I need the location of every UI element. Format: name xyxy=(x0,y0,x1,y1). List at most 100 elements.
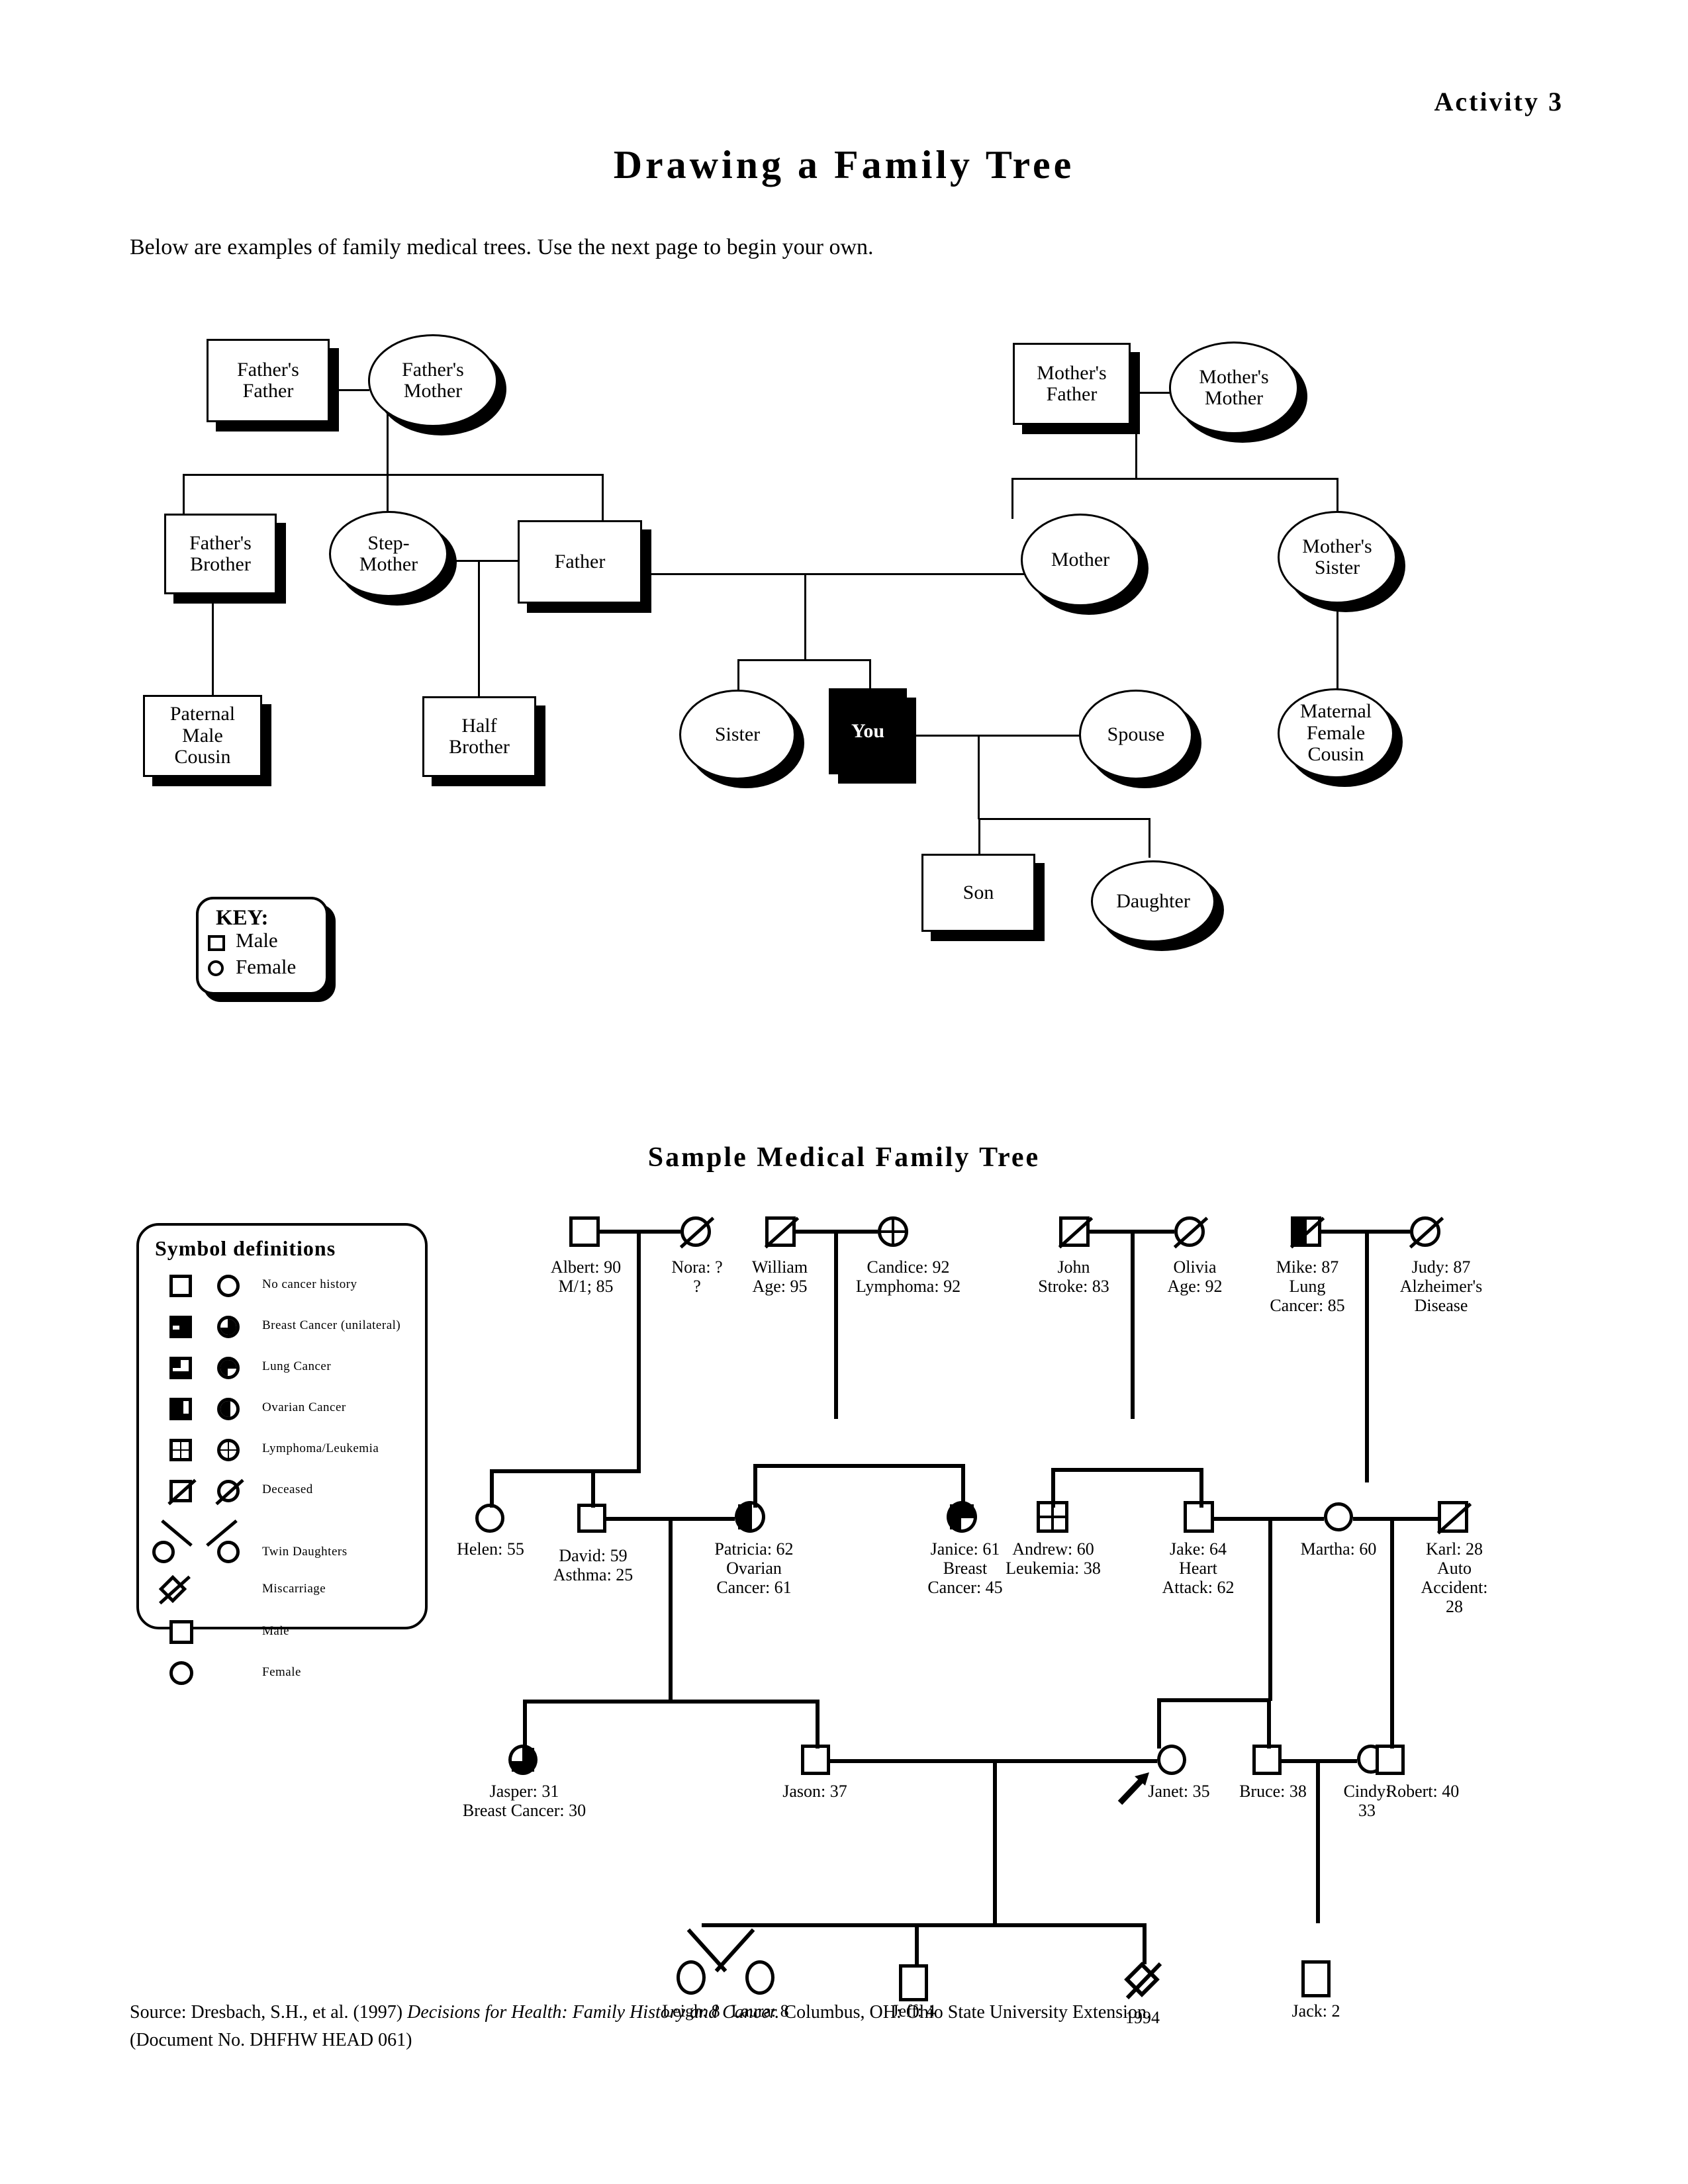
female-circle-icon xyxy=(208,960,224,976)
label-line: Auto xyxy=(1437,1559,1472,1578)
symdef-row: Ovarian Cancer xyxy=(139,1394,425,1436)
symbol-janet xyxy=(1157,1745,1186,1775)
connector xyxy=(1135,392,1137,479)
label-line: Bruce: 38 xyxy=(1239,1782,1307,1801)
connector xyxy=(1353,1517,1438,1521)
worksheet-page: Activity 3 Drawing a Family Tree Below a… xyxy=(0,0,1688,2184)
symdef-label: Twin Daughters xyxy=(262,1545,348,1559)
label-line: Laura: 8 xyxy=(731,2001,789,2021)
label-line: Jack: 2 xyxy=(1291,2001,1340,2021)
connector xyxy=(669,1517,673,1704)
label-line: Leukemia: 38 xyxy=(1006,1559,1101,1578)
node-label: Step- Mother xyxy=(359,531,418,575)
label-line: Age: 92 xyxy=(1167,1277,1223,1297)
label-line: Attack: 62 xyxy=(1162,1578,1235,1598)
label-jason: Jason: 37 xyxy=(753,1782,876,1801)
node-label: Half Brother xyxy=(449,714,510,758)
symbol-definitions-title: Symbol definitions xyxy=(155,1236,336,1260)
node-you: You xyxy=(829,688,907,774)
symdef-row: Lung Cancer xyxy=(139,1353,425,1395)
connector xyxy=(642,573,1026,575)
label-line: William xyxy=(751,1257,808,1277)
label-william: William Age: 95 xyxy=(720,1257,839,1296)
node-label: Father's Brother xyxy=(189,531,252,575)
node-fathers-brother: Father's Brother xyxy=(164,514,277,594)
label-line: 33 xyxy=(1358,1801,1376,1821)
connector xyxy=(978,818,1150,820)
connector xyxy=(993,1759,997,1926)
activity-label: Activity 3 xyxy=(1434,87,1564,116)
connector xyxy=(816,1700,820,1749)
label-jack: Jack: 2 xyxy=(1259,2001,1373,2021)
intro-text: Below are examples of family medical tre… xyxy=(130,235,874,259)
label-line: Cancer: 85 xyxy=(1270,1296,1345,1316)
label-line: Age: 95 xyxy=(752,1277,808,1297)
label-line: Jasper: 31 xyxy=(489,1782,559,1801)
label-andrew: Andrew: 60 Leukemia: 38 xyxy=(986,1539,1120,1578)
label-line: Olivia xyxy=(1173,1257,1217,1277)
symbol-jason xyxy=(801,1745,830,1775)
connector xyxy=(1390,1698,1394,1749)
male-square-icon xyxy=(208,935,225,951)
label-jasper: Jasper: 31 Breast Cancer: 30 xyxy=(432,1782,617,1820)
label-robert: Robert: 40 xyxy=(1337,1782,1508,1801)
symbol-patricia xyxy=(735,1501,765,1533)
label-olivia: Olivia Age: 92 xyxy=(1136,1257,1254,1296)
circle-twin-b-icon xyxy=(217,1541,240,1563)
label-line: Accident: xyxy=(1421,1578,1488,1598)
symdef-row: Miscarriage xyxy=(139,1574,425,1617)
node-label: Son xyxy=(962,881,994,903)
node-mothers-father: Mother's Father xyxy=(1013,343,1131,425)
symdef-row: Female xyxy=(139,1657,425,1700)
connector xyxy=(448,560,520,562)
label-line: Alzheimer's xyxy=(1399,1277,1483,1297)
source-line2: (Document No. DHFHW HEAD 061) xyxy=(130,2030,412,2050)
label-candice: Candice: 92 Lymphoma: 92 xyxy=(829,1257,988,1296)
label-miscarriage-1994: 1994 xyxy=(1086,2008,1199,2027)
symbol-jack xyxy=(1301,1960,1331,1997)
node-mother: Mother xyxy=(1021,514,1140,606)
label-line: Ovarian xyxy=(726,1559,782,1578)
connector xyxy=(478,560,480,704)
connector xyxy=(1149,818,1150,858)
node-spouse: Spouse xyxy=(1079,690,1193,780)
symdef-label: Female xyxy=(262,1665,301,1679)
node-label: Father's Mother xyxy=(402,358,464,402)
connector xyxy=(490,1469,641,1473)
node-label: You xyxy=(851,719,885,742)
label-patricia: Patricia: 62 Ovarian Cancer: 61 xyxy=(688,1539,820,1597)
connector xyxy=(753,1464,965,1468)
label-line: Karl: 28 xyxy=(1426,1539,1483,1559)
label-line: Andrew: 60 xyxy=(1012,1539,1094,1559)
node-sister: Sister xyxy=(679,690,796,780)
label-line: Cancer: 61 xyxy=(716,1578,792,1598)
connector xyxy=(978,818,980,858)
circle-lymphoma-icon xyxy=(217,1439,240,1461)
symbol-jake xyxy=(1184,1501,1214,1533)
square-lung-icon xyxy=(169,1357,192,1379)
connector xyxy=(978,735,980,819)
connector xyxy=(523,1700,527,1749)
node-label: Father's Father xyxy=(237,358,299,402)
label-line: Jason: 37 xyxy=(782,1782,847,1801)
label-albert: Albert: 90 M/1; 85 xyxy=(516,1257,655,1296)
symdef-row: Twin Daughters xyxy=(139,1517,425,1563)
label-line: Lung xyxy=(1289,1277,1326,1297)
connector xyxy=(804,573,806,660)
label-line: Mike: 87 xyxy=(1276,1257,1339,1277)
label-line: Cancer: 45 xyxy=(927,1578,1003,1598)
label-line: Jake: 64 xyxy=(1170,1539,1227,1559)
symbol-david xyxy=(577,1504,606,1533)
label-line: Lymphoma: 92 xyxy=(855,1277,961,1297)
label-line: Disease xyxy=(1414,1296,1468,1316)
symdef-label: Miscarriage xyxy=(262,1582,326,1596)
connector xyxy=(737,659,871,661)
connector xyxy=(183,474,604,476)
label-line: Heart xyxy=(1179,1559,1217,1578)
label-line: Stroke: 83 xyxy=(1038,1277,1109,1297)
node-maternal-female-cousin: Maternal Female Cousin xyxy=(1278,688,1394,778)
label-line: David: 59 xyxy=(559,1546,628,1565)
symdef-row: Lymphoma/Leukemia xyxy=(139,1435,425,1477)
symdef-label: Lung Cancer xyxy=(262,1359,332,1373)
node-son: Son xyxy=(921,854,1035,932)
